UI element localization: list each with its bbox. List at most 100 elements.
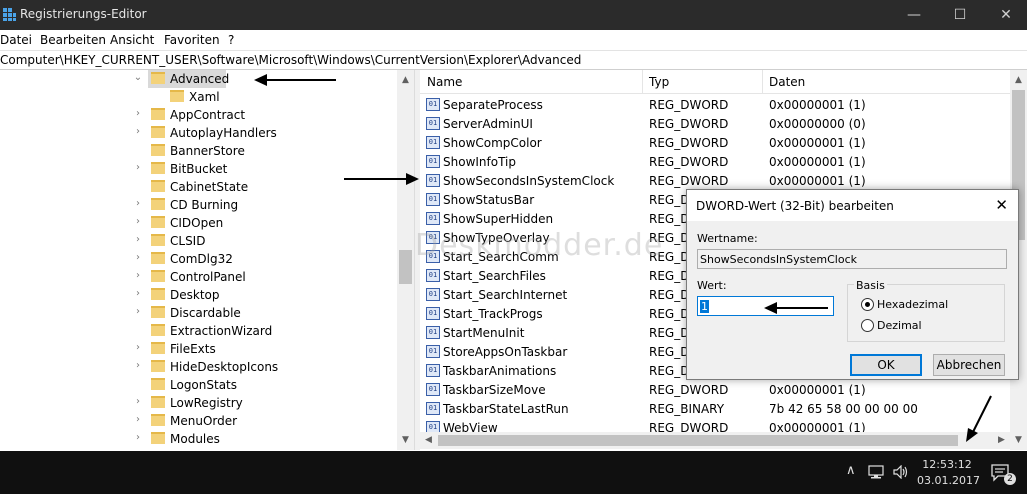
maximize-button[interactable]: ☐ — [937, 0, 983, 30]
table-row[interactable]: 01 TaskbarStateLastRun REG_BINARY 7b 42 65 … — [420, 399, 1010, 418]
tree-item-label: Desktop — [170, 288, 220, 302]
column-name[interactable]: Name — [427, 75, 462, 89]
dword-value-icon: 01 — [426, 383, 440, 396]
tree-item-label: CabinetState — [170, 180, 249, 194]
chevron-right-icon[interactable]: › — [133, 252, 143, 266]
chevron-down-icon[interactable]: ⌄ — [133, 72, 143, 86]
table-row[interactable]: 01 TaskbarSizeMove REG_DWORD 0x00000001 (1) — [420, 380, 1010, 399]
chevron-right-icon[interactable]: › — [133, 288, 143, 302]
close-button[interactable]: ✕ — [983, 0, 1027, 30]
taskbar-clock[interactable]: 12:53:12 03.01.2017 — [917, 457, 980, 489]
table-row[interactable]: 01 ShowSecondsInSystemClock REG_DWORD 0x000… — [420, 171, 1010, 190]
menu-bearbeiten[interactable]: Bearbeiten — [40, 33, 106, 47]
menu-datei[interactable]: Datei — [0, 33, 32, 47]
chevron-right-icon[interactable]: › — [133, 360, 143, 374]
tree-item[interactable]: ExtractionWizard — [0, 322, 398, 340]
scrollbar-thumb[interactable] — [399, 250, 412, 284]
address-bar[interactable]: Computer\HKEY_CURRENT_USER\Software\Micr… — [0, 50, 1027, 70]
tree-item[interactable]: › Desktop — [0, 286, 398, 304]
value-data: 0x00000001 (1) — [769, 383, 866, 397]
tree-item[interactable]: › HideDesktopIcons — [0, 358, 398, 376]
minimize-button[interactable]: — — [891, 0, 937, 30]
value-type: REG_DWORD — [649, 136, 729, 150]
chevron-right-icon[interactable]: › — [133, 234, 143, 248]
tree-item[interactable]: › CIDOpen — [0, 214, 398, 232]
tree-item[interactable]: LogonStats — [0, 376, 398, 394]
list-horizontal-scrollbar[interactable]: ◀ ▶ — [420, 432, 1010, 449]
chevron-right-icon[interactable]: › — [133, 396, 143, 410]
tree-scrollbar[interactable]: ▲ ▼ — [397, 70, 414, 450]
tree-item[interactable]: › BitBucket — [0, 160, 398, 178]
column-data[interactable]: Daten — [769, 75, 805, 89]
scroll-up-icon[interactable]: ▲ — [1010, 72, 1027, 88]
decimal-label[interactable]: Dezimal — [877, 319, 922, 332]
value-data-text: 1 — [700, 300, 709, 313]
tree-item-advanced[interactable]: ⌄ Advanced — [0, 70, 398, 88]
radio-decimal[interactable] — [861, 319, 874, 332]
chevron-right-icon[interactable]: › — [133, 306, 143, 320]
table-row[interactable]: 01 ShowCompColor REG_DWORD 0x00000001 (1) — [420, 133, 1010, 152]
dword-value-icon: 01 — [426, 269, 440, 282]
value-data-label: Wert: — [697, 279, 727, 292]
dialog-close-icon[interactable]: ✕ — [995, 196, 1008, 214]
arrowhead — [764, 302, 777, 314]
scroll-up-icon[interactable]: ▲ — [397, 72, 414, 88]
menu-ansicht[interactable]: Ansicht — [110, 33, 154, 47]
watermark: Deskmodder.de — [415, 228, 664, 263]
table-row[interactable]: 01 ShowInfoTip REG_DWORD 0x00000001 (1) — [420, 152, 1010, 171]
chevron-right-icon[interactable]: › — [133, 432, 143, 446]
chevron-right-icon[interactable]: › — [133, 108, 143, 122]
chevron-right-icon[interactable]: › — [133, 162, 143, 176]
value-type: REG_BINARY — [649, 402, 725, 416]
scroll-down-icon[interactable]: ▼ — [397, 432, 414, 448]
chevron-right-icon[interactable]: › — [133, 216, 143, 230]
tree-item[interactable]: › Discardable — [0, 304, 398, 322]
arrowhead — [406, 173, 419, 185]
tree-item[interactable]: › CLSID — [0, 232, 398, 250]
tree-item-xaml[interactable]: Xaml — [0, 88, 398, 106]
tree-item[interactable]: › FileExts — [0, 340, 398, 358]
tree-item[interactable]: › AutoplayHandlers — [0, 124, 398, 142]
chevron-right-icon[interactable]: › — [133, 342, 143, 356]
folder-icon — [151, 432, 165, 444]
tree-item[interactable]: › ComDlg32 — [0, 250, 398, 268]
tree-item[interactable]: › CD Burning — [0, 196, 398, 214]
tree-item[interactable]: › LowRegistry — [0, 394, 398, 412]
volume-icon[interactable] — [893, 465, 909, 479]
folder-icon — [151, 180, 165, 192]
chevron-right-icon[interactable]: › — [133, 126, 143, 140]
scroll-left-icon[interactable]: ◀ — [420, 432, 437, 449]
chevron-right-icon[interactable]: › — [133, 270, 143, 284]
column-separator[interactable] — [762, 70, 763, 94]
folder-icon — [151, 252, 165, 264]
column-type[interactable]: Typ — [649, 75, 669, 89]
value-name-label: Wertname: — [697, 232, 758, 245]
column-separator[interactable] — [642, 70, 643, 94]
radio-hexadecimal[interactable] — [861, 298, 874, 311]
scroll-right-icon[interactable]: ▶ — [993, 432, 1010, 449]
table-row[interactable]: 01 SeparateProcess REG_DWORD 0x00000001 (1) — [420, 95, 1010, 114]
hexadecimal-label[interactable]: Hexadezimal — [877, 298, 948, 311]
tree-item-label: BitBucket — [170, 162, 228, 176]
table-row[interactable]: 01 ServerAdminUI REG_DWORD 0x00000000 (0) — [420, 114, 1010, 133]
tree-item[interactable]: › ControlPanel — [0, 268, 398, 286]
tree-item[interactable]: › Modules — [0, 430, 398, 448]
scrollbar-thumb[interactable] — [438, 435, 958, 446]
tree-item[interactable]: BannerStore — [0, 142, 398, 160]
tray-expand-icon[interactable]: ∧ — [846, 463, 856, 478]
tree-item[interactable]: › AppContract — [0, 106, 398, 124]
tree-item-label: AppContract — [170, 108, 246, 122]
menu-favoriten[interactable]: Favoriten — [164, 33, 220, 47]
cancel-button[interactable]: Abbrechen — [933, 354, 1005, 376]
menu-help[interactable]: ? — [228, 33, 234, 47]
scroll-down-icon[interactable]: ▼ — [1010, 432, 1027, 448]
network-icon[interactable] — [868, 465, 884, 479]
tree-item[interactable]: CabinetState — [0, 178, 398, 196]
chevron-right-icon[interactable]: › — [133, 198, 143, 212]
tree-item[interactable]: › MenuOrder — [0, 412, 398, 430]
tree-item-label: Xaml — [189, 90, 220, 104]
binary-value-icon: 01 — [426, 402, 440, 415]
chevron-right-icon[interactable]: › — [133, 414, 143, 428]
value-name: ShowStatusBar — [443, 193, 535, 207]
ok-button[interactable]: OK — [850, 354, 922, 376]
